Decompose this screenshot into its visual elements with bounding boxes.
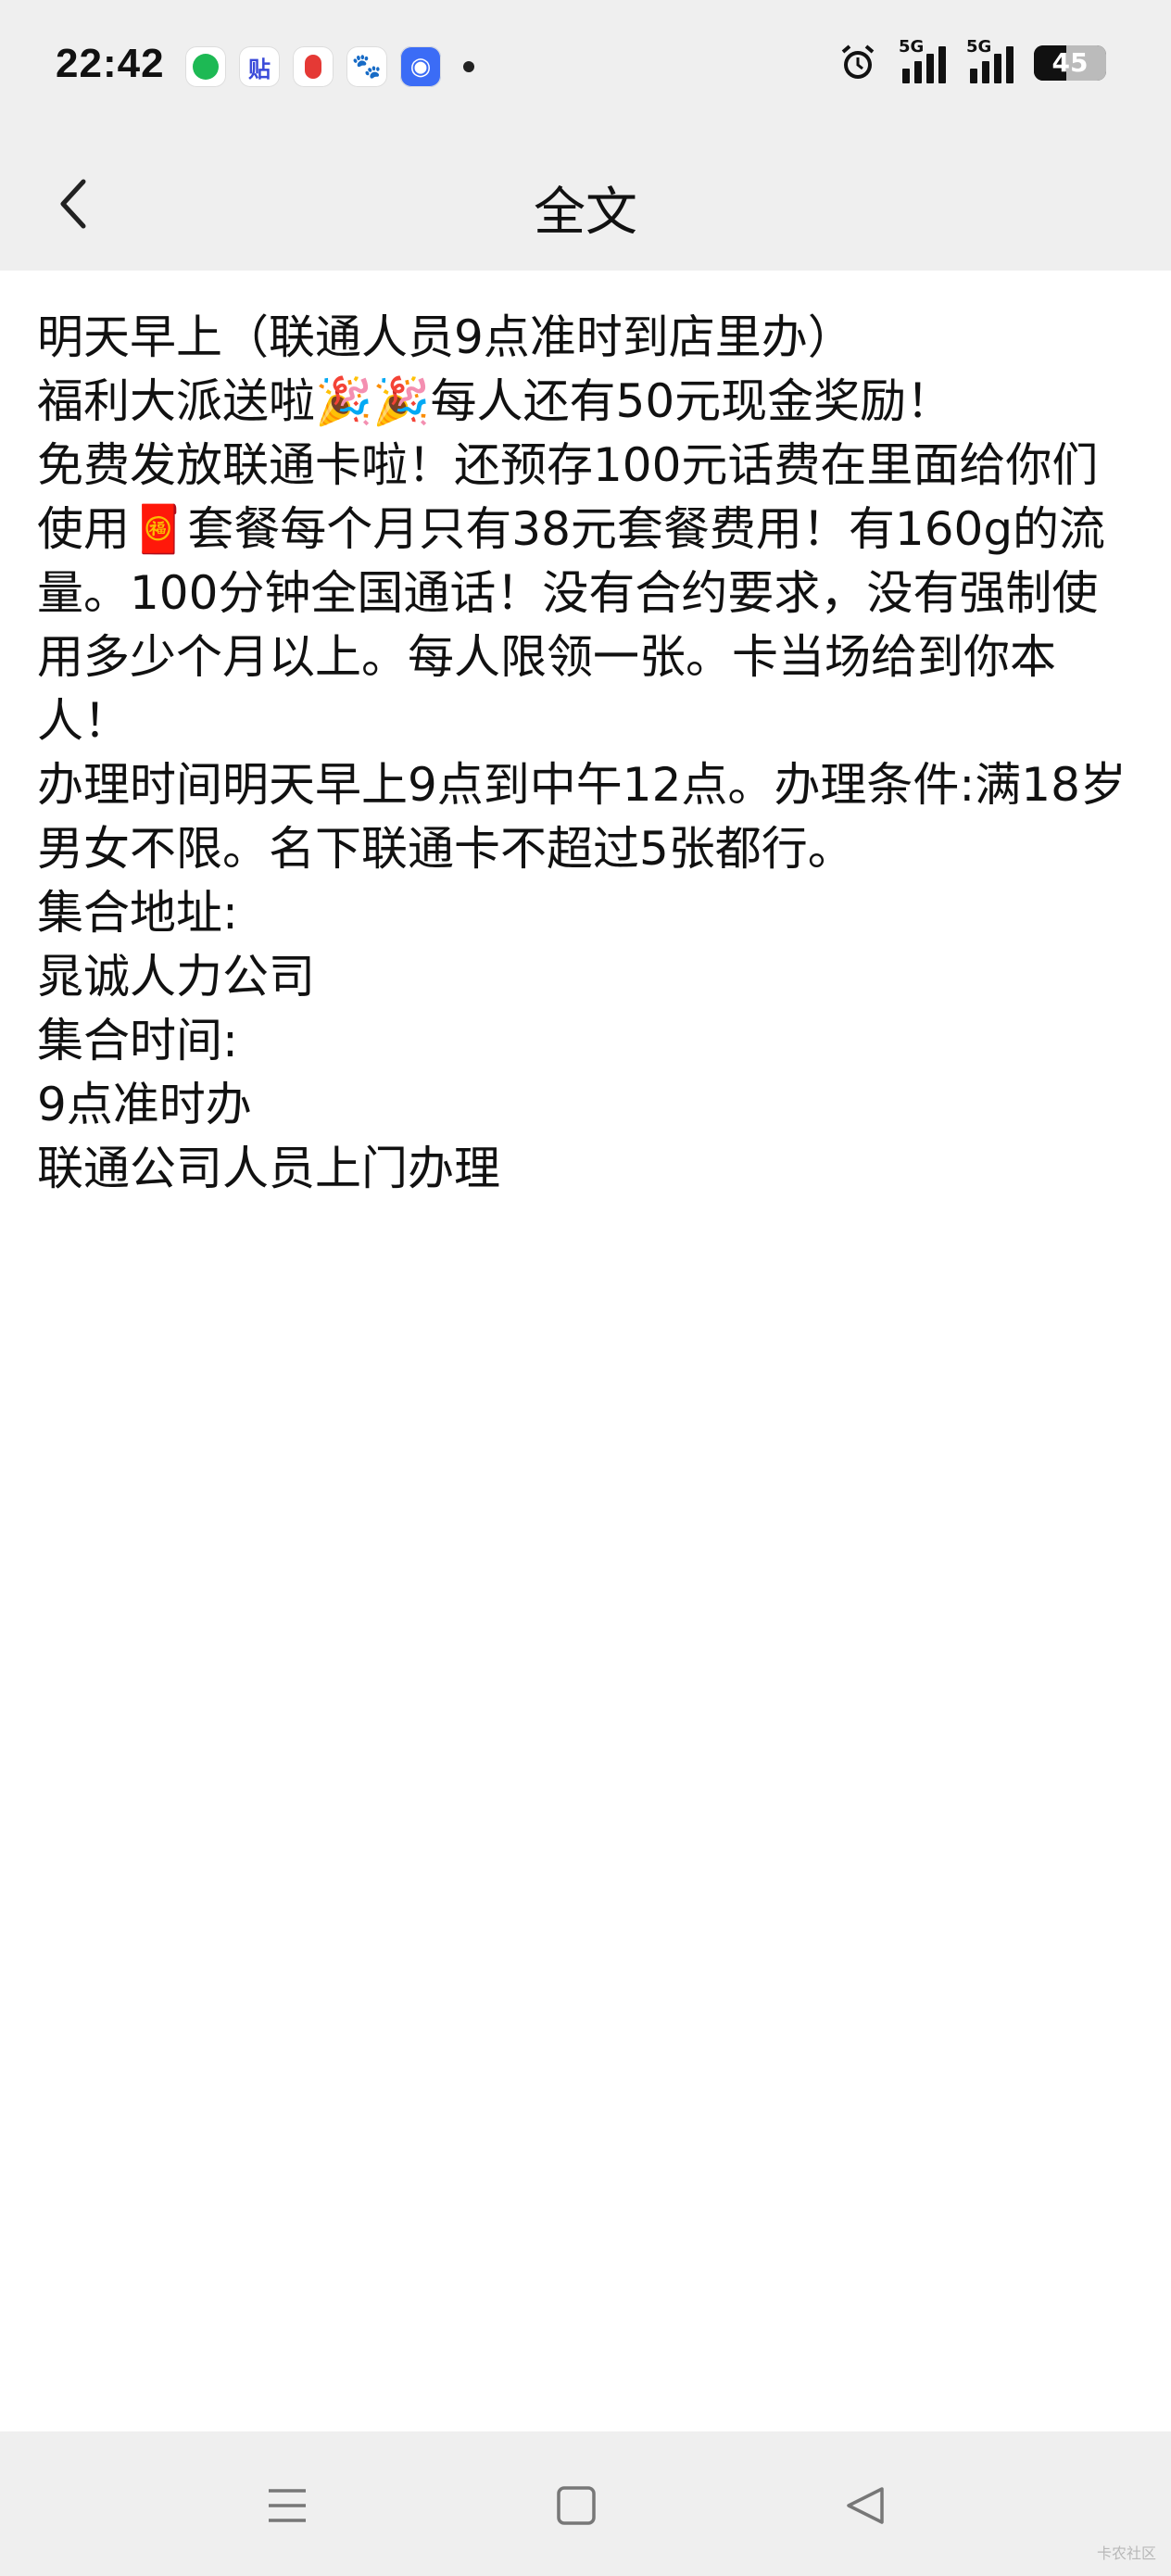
post-line: 9点准时办	[37, 1078, 252, 1131]
home-icon	[557, 2486, 596, 2525]
battery-level: 45	[1051, 47, 1089, 78]
baidu-icon: 🐾	[346, 46, 387, 87]
post-full-text: 明天早上（联通人员9点准时到店里办） 福利大派送啦🎉🎉每人还有50元现金奖励！ …	[37, 306, 1140, 1201]
signal-icon-2: 5G	[966, 37, 1014, 83]
qq-icon: ◉	[400, 46, 441, 87]
status-indicators: 5G 5G 45	[837, 37, 1106, 83]
post-line: 福利大派送啦🎉🎉每人还有50元现金奖励！	[37, 374, 953, 428]
alarm-icon	[837, 43, 878, 83]
post-line: 晁诚人力公司	[37, 950, 315, 1004]
menu-icon	[269, 2489, 306, 2522]
chat-app-icon	[185, 46, 226, 87]
back-triangle-icon	[847, 2487, 884, 2524]
network-type-label: 5G	[899, 37, 925, 57]
notification-icons: 贴 🐾 ◉	[185, 46, 474, 87]
system-back-button[interactable]	[837, 2478, 893, 2533]
system-navigation-bar: 卡农社区	[0, 2431, 1171, 2576]
status-time: 22:42	[56, 41, 165, 86]
top-app-bar: 全文	[0, 137, 1171, 271]
watermark: 卡农社区	[1096, 2544, 1156, 2562]
recent-apps-button[interactable]	[259, 2478, 315, 2533]
network-type-label: 5G	[966, 37, 992, 57]
signal-icon-1: 5G	[899, 37, 946, 83]
tieba-icon: 贴	[239, 46, 280, 87]
post-line: 明天早上（联通人员9点准时到店里办）	[37, 310, 854, 364]
page-title: 全文	[534, 183, 637, 243]
post-line: 办理时间明天早上9点到中午12点。办理条件:满18岁男女不限。名下联通卡不超过5…	[37, 758, 1127, 876]
post-line: 集合地址:	[37, 886, 238, 940]
home-button[interactable]	[548, 2478, 604, 2533]
post-line: 免费发放联通卡啦！还预存100元话费在里面给你们使用🧧套餐每个月只有38元套餐费…	[37, 438, 1106, 748]
battery-icon: 45	[1034, 45, 1106, 81]
map-pin-icon	[293, 46, 334, 87]
more-notifications-dot	[463, 61, 474, 72]
status-bar: 22:42 贴 🐾 ◉ 5G 5G 45	[0, 0, 1171, 137]
post-line: 联通公司人员上门办理	[37, 1142, 500, 1195]
post-line: 集合时间:	[37, 1014, 238, 1067]
